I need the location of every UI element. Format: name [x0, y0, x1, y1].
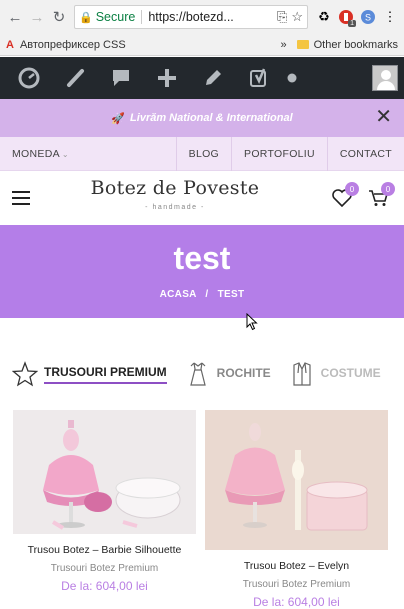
- product-price: De la: 604,00 lei: [253, 595, 340, 609]
- product-name[interactable]: Trusou Botez – Evelyn: [205, 560, 388, 573]
- other-bookmarks[interactable]: Other bookmarks: [314, 39, 398, 51]
- tab-label: ROCHITE: [216, 365, 271, 380]
- breadcrumb-separator: /: [205, 289, 209, 300]
- reload-button[interactable]: ↻: [48, 6, 70, 28]
- recycle-extension-icon[interactable]: ♻: [314, 7, 334, 27]
- tab-label: TRUSOURI PREMIUM: [44, 365, 167, 384]
- currency-label: MONEDA: [12, 147, 60, 160]
- product-category[interactable]: Trusouri Botez Premium: [205, 579, 388, 590]
- logo-text: Botez de Poveste: [90, 177, 260, 199]
- close-icon[interactable]: ✕: [375, 107, 392, 127]
- nav-link-portofoliu[interactable]: PORTOFOLIU: [231, 136, 327, 171]
- breadcrumb-current: TEST: [217, 289, 245, 300]
- currency-selector[interactable]: MONEDA ⌄: [0, 148, 176, 160]
- address-bar[interactable]: 🔒 Secure https://botezd... ⎘ ☆: [74, 5, 308, 29]
- nav-link-contact[interactable]: CONTACT: [326, 136, 404, 171]
- chevron-down-icon: ⌄: [61, 149, 69, 159]
- rocket-icon: 🚀: [111, 112, 126, 125]
- page-hero: test ACASA / TEST: [0, 225, 404, 318]
- user-avatar[interactable]: [372, 65, 398, 91]
- yoast-seo-icon[interactable]: [236, 57, 282, 99]
- wp-admin-bar: [0, 57, 404, 99]
- cart-icon[interactable]: 0: [364, 182, 395, 212]
- tab-label: COSTUME: [320, 365, 381, 380]
- logo-subtitle: - handmade -: [145, 204, 205, 211]
- autoprefixer-favicon: A: [6, 38, 14, 51]
- comments-icon[interactable]: [98, 57, 144, 99]
- top-navigation: MONEDA ⌄ BLOG PORTOFOLIU CONTACT: [0, 136, 404, 171]
- product-card[interactable]: Trusou Botez – Evelyn Trusouri Botez Pre…: [205, 410, 388, 609]
- product-image[interactable]: [13, 410, 196, 534]
- dashboard-icon[interactable]: [6, 57, 52, 99]
- category-tabs: TRUSOURI PREMIUM ROCHITE COSTUME: [0, 352, 404, 396]
- status-dot-icon: [282, 57, 302, 99]
- url-text[interactable]: https://botezd...: [148, 10, 273, 24]
- hamburger-menu-icon[interactable]: [12, 191, 30, 205]
- extension-letter: S: [365, 13, 371, 23]
- extension-badge: 1: [348, 20, 356, 27]
- product-category[interactable]: Trusouri Botez Premium: [13, 563, 196, 574]
- back-button[interactable]: ←: [4, 6, 26, 28]
- translate-icon[interactable]: ⎘: [277, 9, 287, 25]
- url-divider: [141, 10, 143, 24]
- product-image[interactable]: [205, 410, 388, 550]
- tab-trusouri-premium[interactable]: TRUSOURI PREMIUM: [12, 361, 167, 387]
- page-title: test: [173, 240, 231, 276]
- wishlist-count: 0: [345, 182, 359, 196]
- bookmarks-overflow[interactable]: »: [281, 39, 287, 51]
- bookmark-star-icon[interactable]: ☆: [291, 9, 303, 25]
- suit-icon: [293, 362, 311, 386]
- cart-count: 0: [381, 182, 395, 196]
- profile-extension-icon[interactable]: S: [358, 7, 378, 27]
- customize-brush-icon[interactable]: [52, 57, 98, 99]
- announcement-bar: 🚀 Livrăm National & International ✕: [0, 99, 404, 137]
- product-card[interactable]: Trusou Botez – Barbie Silhouette Trusour…: [13, 410, 196, 593]
- folder-icon: [296, 40, 309, 49]
- red-extension-icon[interactable]: 1: [336, 7, 356, 27]
- product-price: De la: 604,00 lei: [61, 579, 148, 593]
- dress-icon: [189, 362, 206, 386]
- site-logo[interactable]: Botez de Poveste - handmade -: [30, 179, 320, 217]
- menu-kebab-icon[interactable]: ⋮: [380, 7, 400, 27]
- secure-label: Secure: [95, 10, 136, 24]
- breadcrumb: ACASA / TEST: [0, 289, 404, 300]
- forward-button[interactable]: →: [26, 6, 48, 28]
- lock-icon: 🔒: [79, 11, 93, 24]
- announcement-text: Livrăm National & International: [130, 112, 293, 124]
- star-icon: [12, 361, 38, 387]
- product-name[interactable]: Trusou Botez – Barbie Silhouette: [13, 544, 196, 557]
- breadcrumb-home[interactable]: ACASA: [160, 289, 197, 300]
- edit-pencil-icon[interactable]: [190, 57, 236, 99]
- tab-rochite[interactable]: ROCHITE: [185, 361, 271, 387]
- add-new-icon[interactable]: [144, 57, 190, 99]
- mouse-cursor-icon: [246, 313, 258, 331]
- bookmark-item[interactable]: Автопрефиксер CSS: [20, 39, 126, 51]
- browser-toolbar: ← → ↻ 🔒 Secure https://botezd... ⎘ ☆ ♻ 1…: [0, 0, 404, 34]
- wishlist-heart-icon[interactable]: 0: [328, 182, 359, 212]
- bookmarks-bar: A Автопрефиксер CSS » Other bookmarks: [0, 34, 404, 56]
- site-header: Botez de Poveste - handmade - 0 0: [0, 171, 404, 225]
- nav-link-blog[interactable]: BLOG: [175, 136, 231, 171]
- tab-costume[interactable]: COSTUME: [289, 361, 381, 387]
